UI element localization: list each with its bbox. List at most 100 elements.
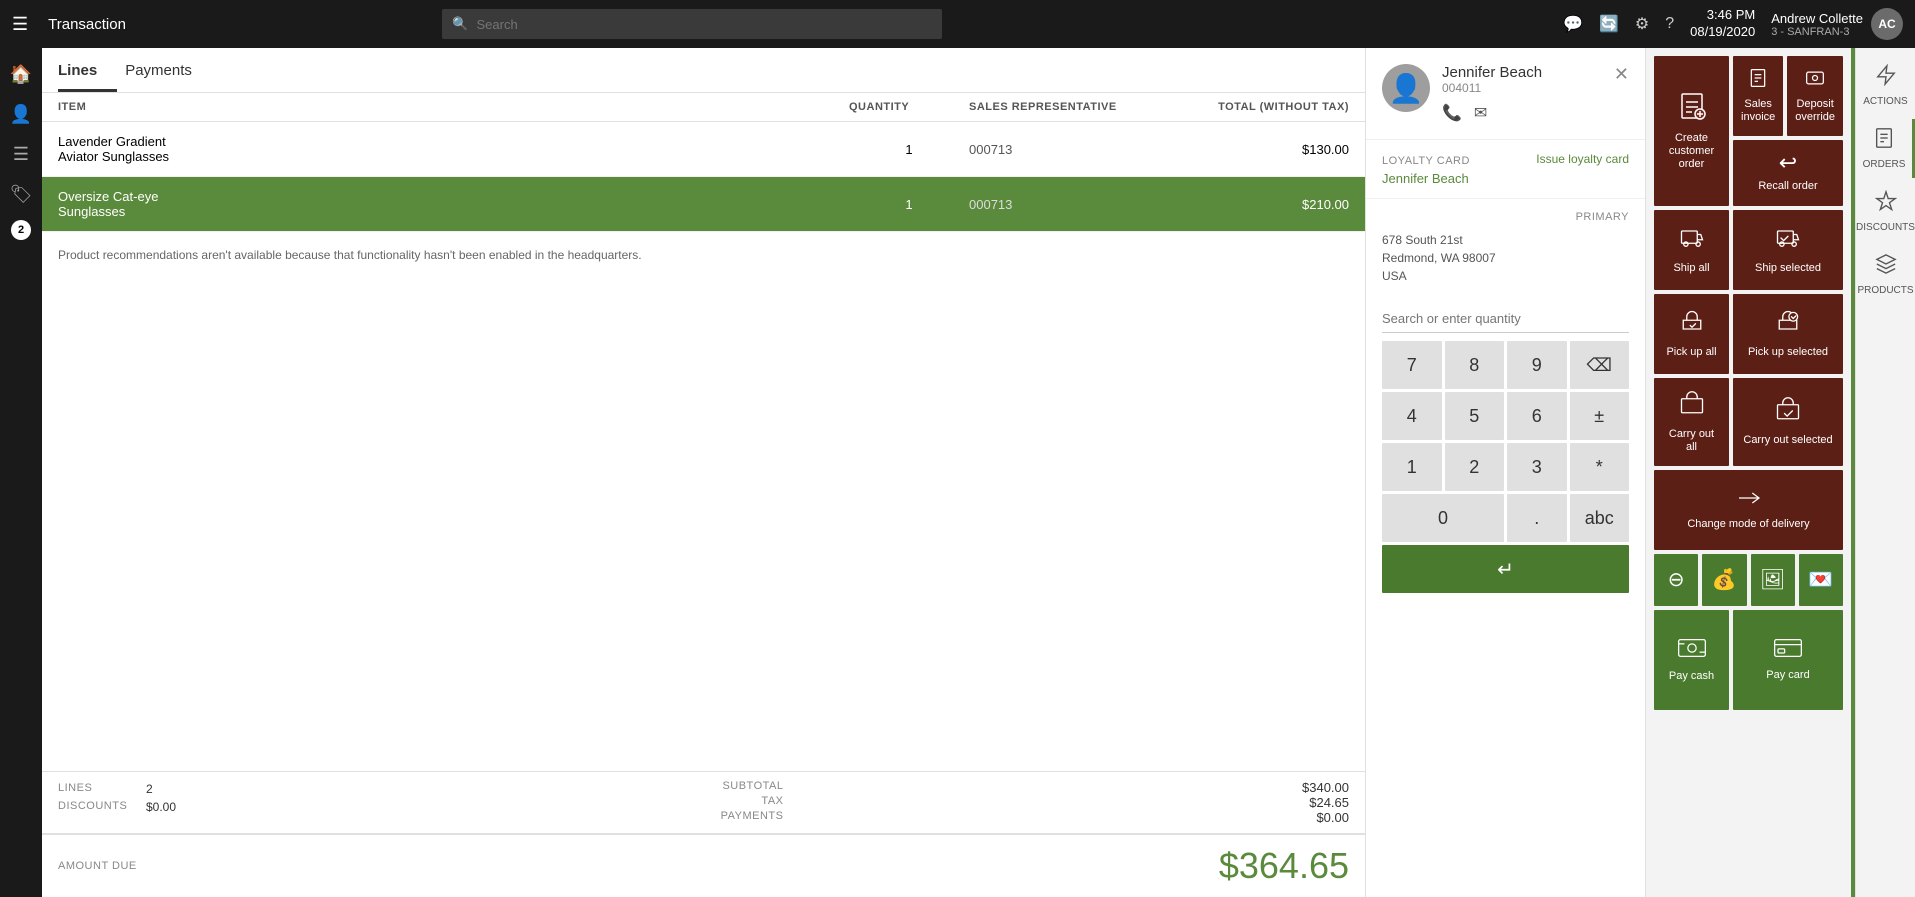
numpad-1[interactable]: 1 xyxy=(1382,443,1442,491)
numpad-abc[interactable]: abc xyxy=(1570,494,1630,542)
discount-tile-2[interactable]: 💰 xyxy=(1702,554,1746,606)
lines-value: 2 xyxy=(146,782,153,796)
close-customer-button[interactable]: ✕ xyxy=(1614,64,1629,85)
primary-label: PRIMARY xyxy=(1576,211,1629,223)
tax-value: $24.65 xyxy=(1309,795,1349,810)
create-customer-order-tile[interactable]: Create customer order xyxy=(1654,56,1729,206)
carry-out-all-label: Carry out all xyxy=(1662,428,1721,454)
item-qty: 1 xyxy=(849,142,969,157)
products-label: PRODUCTS xyxy=(1857,285,1913,296)
col-header-qty: QUANTITY xyxy=(849,101,969,113)
lines-label: LINES xyxy=(58,782,138,796)
ship-all-label: Ship all xyxy=(1673,262,1709,275)
subtotal-row: SUBTOTAL $340.00 xyxy=(704,780,1350,795)
amount-due-row: AMOUNT DUE $364.65 xyxy=(42,833,1365,897)
ship-selected-tile[interactable]: Ship selected xyxy=(1733,210,1843,290)
payments-value: $0.00 xyxy=(1316,810,1349,825)
settings-icon[interactable]: ⚙ xyxy=(1635,14,1649,34)
pick-up-all-icon xyxy=(1678,308,1706,340)
sidebar-tag[interactable]: 🏷 xyxy=(3,176,39,212)
sidebar-home[interactable]: 🏠 xyxy=(3,56,39,92)
hamburger-menu[interactable]: ☰ xyxy=(12,14,28,35)
discount-icon-1: ⊖ xyxy=(1668,567,1685,592)
carry-out-selected-label: Carry out selected xyxy=(1743,434,1832,447)
app-title: Transaction xyxy=(48,16,126,33)
numpad-5[interactable]: 5 xyxy=(1445,392,1505,440)
customer-address: 678 South 21stRedmond, WA 98007USA xyxy=(1382,231,1629,285)
item-name: Lavender Gradient xyxy=(58,134,849,149)
recommendation-notice: Product recommendations aren't available… xyxy=(42,232,1365,771)
tab-lines[interactable]: Lines xyxy=(58,48,117,92)
tax-label: TAX xyxy=(704,795,784,810)
discount-tile-1[interactable]: ⊖ xyxy=(1654,554,1698,606)
pay-card-tile[interactable]: Pay card xyxy=(1733,610,1843,710)
pick-up-all-tile[interactable]: Pick up all xyxy=(1654,294,1729,374)
search-bar[interactable]: 🔍 xyxy=(442,9,942,39)
pay-cash-icon xyxy=(1677,636,1707,664)
user-info: Andrew Collette 3 - SANFRAN-3 AC xyxy=(1771,8,1903,40)
numpad-8[interactable]: 8 xyxy=(1445,341,1505,389)
actions-nav[interactable]: ACTIONS xyxy=(1856,56,1915,115)
phone-icon[interactable]: 📞 xyxy=(1442,103,1462,123)
amount-due-value: $364.65 xyxy=(1219,845,1349,887)
numpad-multiply[interactable]: * xyxy=(1570,443,1630,491)
gift-card-tile[interactable]: 🖼 xyxy=(1751,554,1795,606)
pay-cash-tile[interactable]: Pay cash xyxy=(1654,610,1729,710)
orders-nav[interactable]: ORDERS xyxy=(1856,119,1915,178)
search-input[interactable] xyxy=(477,17,933,32)
loyalty-tile[interactable]: 💌 xyxy=(1799,554,1843,606)
sidebar-menu[interactable]: ☰ xyxy=(3,136,39,172)
discounts-value: $0.00 xyxy=(146,800,176,814)
lines-row: LINES 2 xyxy=(58,780,704,798)
products-nav[interactable]: PRODUCTS xyxy=(1856,245,1915,304)
numpad-search-input[interactable] xyxy=(1382,305,1629,333)
table-row[interactable]: Lavender Gradient Aviator Sunglasses 1 0… xyxy=(42,122,1365,177)
amount-due-label: AMOUNT DUE xyxy=(58,860,137,872)
actions-icon xyxy=(1875,64,1897,92)
issue-loyalty-link[interactable]: Issue loyalty card xyxy=(1536,152,1629,166)
deposit-override-tile[interactable]: Deposit override xyxy=(1787,56,1843,136)
discounts-nav[interactable]: DISCOUNTS xyxy=(1856,182,1915,241)
sidebar-customer[interactable]: 👤 xyxy=(3,96,39,132)
right-sidebar: ACTIONS ORDERS xyxy=(1855,48,1915,897)
chat-icon[interactable]: 💬 xyxy=(1563,14,1583,34)
customer-header: 👤 Jennifer Beach 004011 📞 ✉ ✕ xyxy=(1366,48,1645,140)
loyalty-section: LOYALTY CARD Issue loyalty card Jennifer… xyxy=(1366,140,1645,199)
deposit-override-label: Deposit override xyxy=(1795,98,1835,124)
change-mode-delivery-tile[interactable]: Change mode of delivery xyxy=(1654,470,1843,550)
sidebar-badge[interactable]: 2 xyxy=(11,220,31,240)
search-icon: 🔍 xyxy=(452,16,468,32)
numpad-plusminus[interactable]: ± xyxy=(1570,392,1630,440)
numpad-2[interactable]: 2 xyxy=(1445,443,1505,491)
email-icon[interactable]: ✉ xyxy=(1474,103,1487,123)
carry-out-all-tile[interactable]: Carry out all xyxy=(1654,378,1729,466)
sales-invoice-tile[interactable]: Sales invoice xyxy=(1733,56,1783,136)
discount-icon-2: 💰 xyxy=(1712,567,1737,592)
refresh-icon[interactable]: 🔄 xyxy=(1599,14,1619,34)
action-tiles: Create customer order xyxy=(1646,48,1851,897)
col-header-item: ITEM xyxy=(58,101,849,113)
ship-all-icon xyxy=(1678,224,1706,256)
numpad-backspace[interactable]: ⌫ xyxy=(1570,341,1630,389)
numpad-4[interactable]: 4 xyxy=(1382,392,1442,440)
numpad-0[interactable]: 0 xyxy=(1382,494,1504,542)
numpad-6[interactable]: 6 xyxy=(1507,392,1567,440)
recall-order-tile[interactable]: ↩ Recall order xyxy=(1733,140,1843,205)
summary-section: LINES 2 DISCOUNTS $0.00 SUBTOTAL $340.00… xyxy=(42,771,1365,833)
numpad-enter[interactable]: ↵ xyxy=(1382,545,1629,593)
carry-out-selected-tile[interactable]: Carry out selected xyxy=(1733,378,1843,466)
numpad-3[interactable]: 3 xyxy=(1507,443,1567,491)
numpad-dot[interactable]: . xyxy=(1507,494,1567,542)
table-row[interactable]: Oversize Cat-eye Sunglasses 1 000713 $21… xyxy=(42,177,1365,232)
pick-up-selected-tile[interactable]: Pick up selected xyxy=(1733,294,1843,374)
create-customer-order-label: Create customer order xyxy=(1662,132,1721,172)
numpad-7[interactable]: 7 xyxy=(1382,341,1442,389)
help-icon[interactable]: ? xyxy=(1665,15,1674,33)
discounts-row: DISCOUNTS $0.00 xyxy=(58,798,704,816)
tab-payments[interactable]: Payments xyxy=(125,48,212,92)
numpad-9[interactable]: 9 xyxy=(1507,341,1567,389)
customer-panel: 👤 Jennifer Beach 004011 📞 ✉ ✕ LOYALTY CA… xyxy=(1365,48,1645,897)
col-header-rep: SALES REPRESENTATIVE xyxy=(969,101,1149,113)
ship-all-tile[interactable]: Ship all xyxy=(1654,210,1729,290)
avatar: AC xyxy=(1871,8,1903,40)
